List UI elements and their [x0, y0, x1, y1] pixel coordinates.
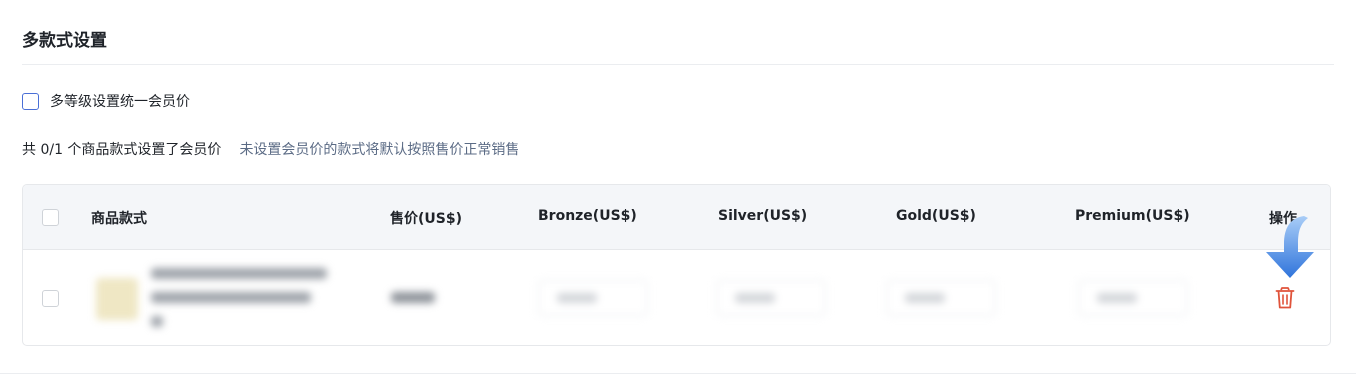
unify-member-price-label: 多等级设置统一会员价 [50, 94, 190, 110]
gold-price-input[interactable] [886, 280, 996, 316]
bronze-price-input[interactable] [538, 280, 648, 316]
unify-member-price-checkbox[interactable] [22, 92, 39, 110]
table-row [23, 250, 1330, 345]
bottom-divider [0, 373, 1356, 374]
premium-price-input[interactable] [1078, 280, 1188, 316]
row-select-checkbox[interactable] [42, 290, 59, 307]
section-divider [22, 64, 1334, 65]
variants-table: 商品款式 售价(US$) Bronze(US$) Silver(US$) Gol… [22, 184, 1331, 346]
select-all-checkbox[interactable] [42, 209, 59, 226]
trash-icon [1275, 287, 1295, 309]
summary-hint-text: 未设置会员价的款式将默认按照售价正常销售 [239, 142, 520, 158]
col-header-price: 售价(US$) [390, 211, 462, 227]
unify-member-price-option[interactable]: 多等级设置统一会员价 [22, 91, 190, 111]
delete-button[interactable] [1274, 286, 1296, 310]
col-header-gold: Gold(US$) [896, 208, 976, 224]
silver-price-input[interactable] [716, 280, 826, 316]
table-header: 商品款式 售价(US$) Bronze(US$) Silver(US$) Gol… [23, 185, 1330, 250]
arrow-down-icon [1266, 216, 1314, 278]
summary-row: 共 0/1 个商品款式设置了会员价 未设置会员价的款式将默认按照售价正常销售 [22, 139, 519, 159]
variant-thumbnail [96, 278, 138, 320]
variant-price [391, 292, 435, 303]
summary-count-text: 共 0/1 个商品款式设置了会员价 [22, 142, 222, 158]
col-header-bronze: Bronze(US$) [538, 208, 637, 224]
col-header-silver: Silver(US$) [718, 208, 808, 224]
section-title: 多款式设置 [22, 31, 107, 51]
col-header-premium: Premium(US$) [1075, 208, 1190, 224]
col-header-variant: 商品款式 [91, 211, 147, 227]
